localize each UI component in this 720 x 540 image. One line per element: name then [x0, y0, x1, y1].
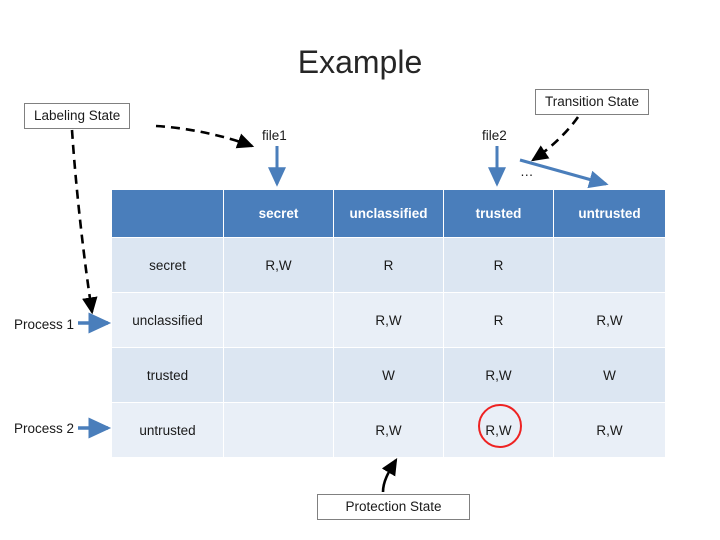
header-corner — [111, 189, 224, 238]
table-header-row: secret unclassified trusted untrusted — [111, 189, 666, 238]
row-label-unclassified: unclassified — [111, 292, 224, 348]
arrow-labeling-to-process1 — [70, 129, 98, 315]
arrow-transition-state — [531, 116, 580, 162]
cell-unclassified-untrusted: R,W — [553, 292, 666, 348]
callout-protection-state: Protection State — [317, 494, 470, 520]
cell-secret-secret: R,W — [223, 237, 334, 293]
column-label-file2: file2 — [482, 128, 507, 143]
table-row: untrusted R,W R,W R,W — [111, 402, 666, 458]
table-row: secret R,W R R — [111, 237, 666, 293]
cell-secret-unclassified: R — [333, 237, 444, 293]
highlight-circle-untrusted-trusted — [478, 404, 522, 448]
cell-trusted-secret — [223, 347, 334, 403]
page-title: Example — [297, 44, 423, 80]
cell-unclassified-unclassified: R,W — [333, 292, 444, 348]
table-row: trusted W R,W W — [111, 347, 666, 403]
arrow-protection-state — [381, 457, 398, 493]
row-label-untrusted: untrusted — [111, 402, 224, 458]
column-label-ellipsis: … — [520, 164, 535, 179]
arrow-labeling-to-file1 — [155, 124, 255, 149]
cell-secret-untrusted — [553, 237, 666, 293]
cell-trusted-unclassified: W — [333, 347, 444, 403]
header-unclassified: unclassified — [333, 189, 444, 238]
cell-untrusted-unclassified: R,W — [333, 402, 444, 458]
cell-trusted-untrusted: W — [553, 347, 666, 403]
cell-trusted-trusted: R,W — [443, 347, 554, 403]
callout-labeling-state: Labeling State — [24, 103, 131, 129]
header-secret: secret — [223, 189, 334, 238]
cell-untrusted-secret — [223, 402, 334, 458]
cell-unclassified-secret — [223, 292, 334, 348]
row-label-process1: Process 1 — [14, 317, 75, 332]
table-row: unclassified R,W R R,W — [111, 292, 666, 348]
header-untrusted: untrusted — [553, 189, 666, 238]
row-label-trusted: trusted — [111, 347, 224, 403]
cell-untrusted-untrusted: R,W — [553, 402, 666, 458]
access-matrix-table: secret unclassified trusted untrusted se… — [111, 189, 666, 458]
callout-transition-state: Transition State — [535, 89, 650, 115]
slide-canvas: Example Labeling State Transition State … — [0, 0, 720, 540]
column-label-file1: file1 — [262, 128, 287, 143]
cell-secret-trusted: R — [443, 237, 554, 293]
row-label-secret: secret — [111, 237, 224, 293]
row-label-process2: Process 2 — [14, 421, 75, 436]
cell-unclassified-trusted: R — [443, 292, 554, 348]
header-trusted: trusted — [443, 189, 554, 238]
